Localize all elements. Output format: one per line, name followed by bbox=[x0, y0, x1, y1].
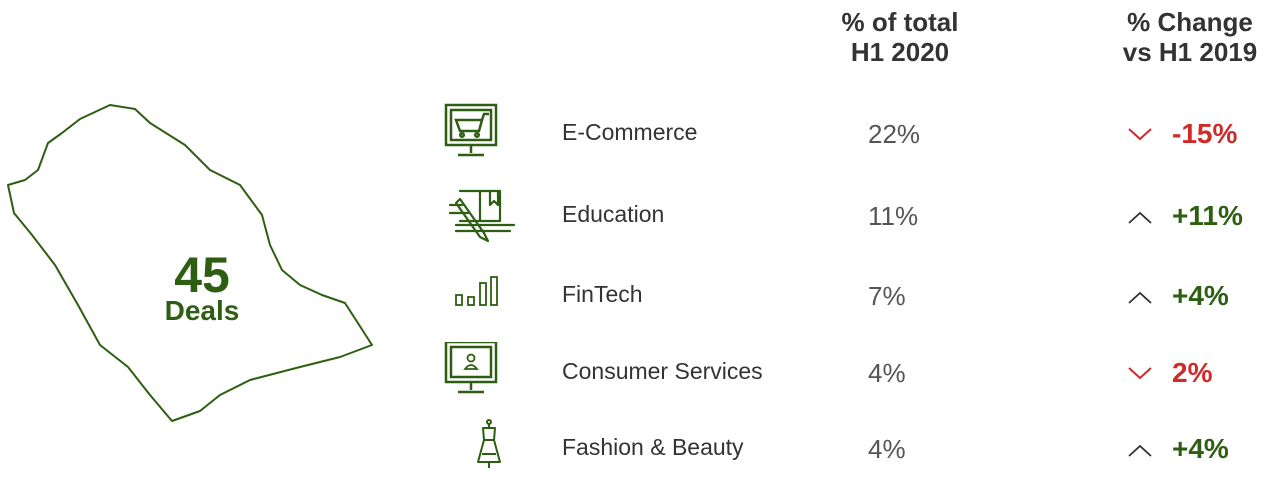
sector-label: Fashion & Beauty bbox=[562, 434, 744, 460]
share-value: 4% bbox=[868, 358, 906, 388]
change-value: +4% bbox=[1172, 433, 1229, 464]
person-monitor-icon bbox=[444, 342, 498, 394]
share-value: 7% bbox=[868, 281, 906, 311]
sector-label: Consumer Services bbox=[562, 358, 763, 384]
sector-label: Education bbox=[562, 201, 665, 227]
change-value: +11% bbox=[1172, 200, 1243, 231]
change-value: 2% bbox=[1172, 357, 1213, 388]
shopping-cart-monitor-icon bbox=[444, 103, 498, 157]
dress-icon bbox=[477, 419, 501, 468]
change-value: -15% bbox=[1172, 118, 1238, 149]
share-value: 11% bbox=[868, 201, 919, 231]
share-value: 22% bbox=[868, 119, 921, 149]
share-column-header: % of total H1 2020 bbox=[841, 7, 959, 67]
down-chevron-icon bbox=[1128, 128, 1152, 141]
table-row: E-Commerce 22% -15% bbox=[0, 103, 1273, 163]
table-row: FinTech 7% +4% bbox=[0, 265, 1273, 325]
table-row: Fashion & Beauty 4% +4% bbox=[0, 418, 1273, 478]
up-chevron-icon bbox=[1128, 444, 1152, 457]
up-chevron-icon bbox=[1128, 211, 1152, 224]
bar-chart-icon bbox=[455, 276, 498, 306]
down-chevron-icon bbox=[1128, 367, 1152, 380]
sector-label: FinTech bbox=[562, 281, 643, 307]
book-pencil-icon bbox=[448, 189, 516, 243]
change-column-header: % Change vs H1 2019 bbox=[1122, 7, 1258, 67]
sector-label: E-Commerce bbox=[562, 119, 698, 145]
change-value: +4% bbox=[1172, 280, 1229, 311]
table-row: Consumer Services 4% 2% bbox=[0, 342, 1273, 402]
share-value: 4% bbox=[868, 434, 906, 464]
table-row: Education 11% +11% bbox=[0, 185, 1273, 245]
up-chevron-icon bbox=[1128, 291, 1152, 304]
